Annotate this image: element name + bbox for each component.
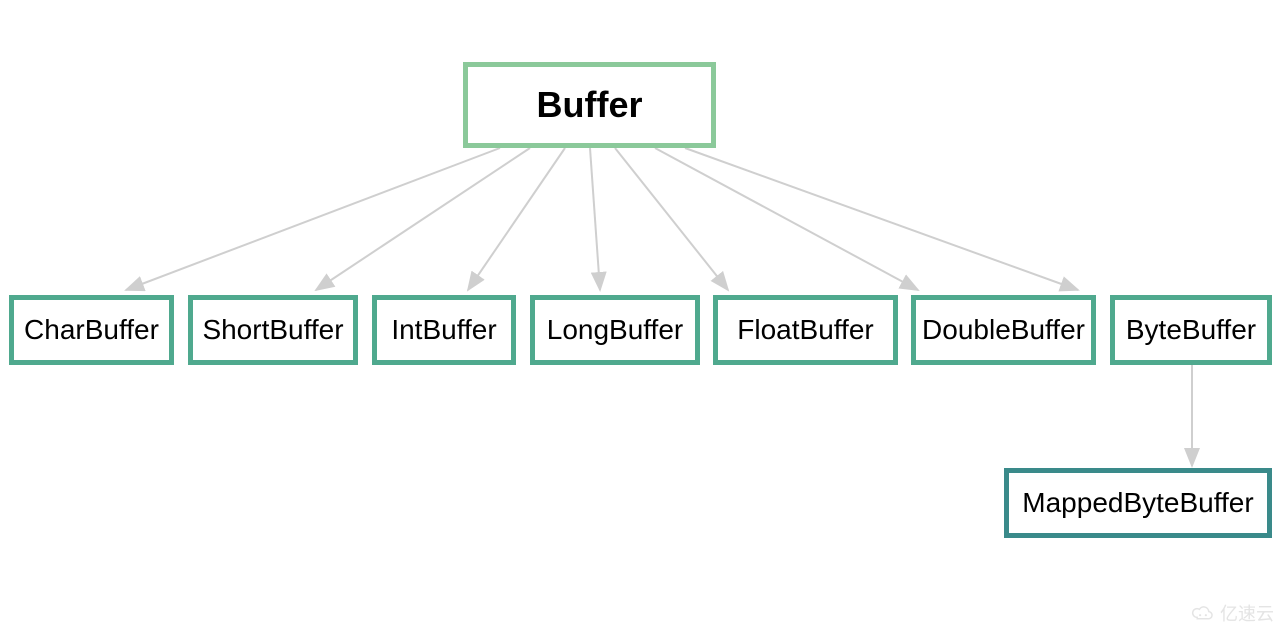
node-bytebuffer: ByteBuffer	[1110, 295, 1272, 365]
node-longbuffer: LongBuffer	[530, 295, 700, 365]
node-label: DoubleBuffer	[922, 314, 1085, 346]
node-label: ByteBuffer	[1126, 314, 1256, 346]
watermark: 亿速云	[1190, 600, 1274, 626]
node-doublebuffer: DoubleBuffer	[911, 295, 1096, 365]
node-intbuffer: IntBuffer	[372, 295, 516, 365]
node-label: LongBuffer	[547, 314, 684, 346]
node-label: ShortBuffer	[202, 314, 343, 346]
node-charbuffer: CharBuffer	[9, 295, 174, 365]
node-shortbuffer: ShortBuffer	[188, 295, 358, 365]
node-floatbuffer: FloatBuffer	[713, 295, 898, 365]
node-label: Buffer	[537, 84, 643, 126]
node-label: MappedByteBuffer	[1022, 487, 1253, 519]
node-label: FloatBuffer	[737, 314, 873, 346]
watermark-text: 亿速云	[1220, 600, 1274, 626]
node-mappedbytebuffer: MappedByteBuffer	[1004, 468, 1272, 538]
node-label: CharBuffer	[24, 314, 159, 346]
node-label: IntBuffer	[391, 314, 496, 346]
node-buffer: Buffer	[463, 62, 716, 148]
cloud-icon	[1190, 604, 1216, 622]
